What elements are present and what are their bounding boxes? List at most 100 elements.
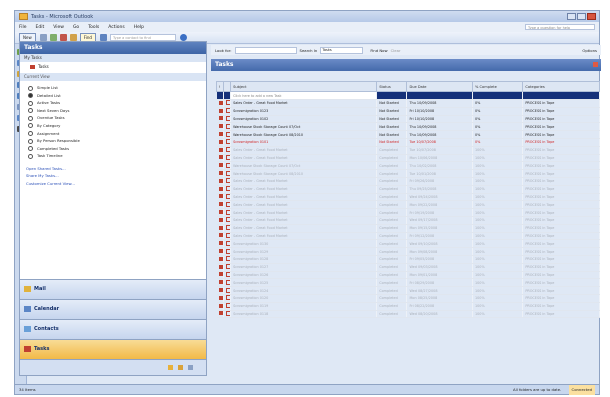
menu-edit[interactable]: Edit: [36, 25, 45, 30]
menu-file[interactable]: File: [19, 25, 27, 30]
col-categories[interactable]: Categories: [522, 81, 600, 92]
complete-checkbox[interactable]: [223, 302, 232, 311]
search-in-button[interactable]: Search In: [300, 48, 318, 53]
view-option[interactable]: Detailed List: [20, 92, 206, 100]
table-row[interactable]: Scrosmigration 0128 Completed Fri 09/05/20…: [216, 255, 600, 264]
table-row[interactable]: Scrosmigration 0119 Completed Fri 08/22/20…: [216, 302, 600, 311]
calendar-nav-button[interactable]: Calendar: [20, 299, 206, 319]
minimize-icon[interactable]: [567, 13, 576, 20]
view-option[interactable]: Overdue Tasks: [20, 114, 206, 122]
table-row[interactable]: Sales Order - Great Food Market Completed…: [216, 154, 600, 163]
table-row[interactable]: Sales Order - Great Food Market Completed…: [216, 216, 600, 225]
table-row[interactable]: Sales Order - Great Food Market Completed…: [216, 224, 600, 233]
complete-checkbox[interactable]: [223, 286, 232, 295]
complete-checkbox[interactable]: [223, 200, 232, 210]
col-subject[interactable]: Subject: [230, 81, 378, 92]
address-book-icon[interactable]: [99, 34, 107, 41]
view-option[interactable]: Simple List: [20, 84, 206, 92]
complete-checkbox[interactable]: [223, 216, 232, 225]
help-search-input[interactable]: Type a question for help: [525, 24, 595, 30]
table-row[interactable]: Scrosmigration 0124 Completed Wed 08/27/20…: [216, 286, 600, 295]
complete-checkbox[interactable]: [223, 239, 232, 249]
menu-actions[interactable]: Actions: [108, 25, 124, 30]
complete-checkbox[interactable]: [223, 99, 232, 108]
table-row[interactable]: Scrosmigration 0102 Not Started Fri 10/10/…: [216, 115, 600, 124]
complete-checkbox[interactable]: [223, 130, 232, 139]
table-row[interactable]: Sales Order - Great Food Market Completed…: [216, 232, 600, 241]
complete-checkbox[interactable]: [223, 310, 232, 319]
col-complete[interactable]: % Complete: [471, 81, 524, 92]
table-row[interactable]: Warehouse Stock Storage Count 07/Oct Not …: [216, 122, 600, 132]
complete-checkbox[interactable]: [223, 193, 232, 202]
maximize-icon[interactable]: [577, 13, 586, 20]
my-tasks-header[interactable]: My Tasks: [20, 54, 206, 62]
close-pane-icon[interactable]: [593, 62, 598, 67]
table-row[interactable]: Scrosmigration 0101 Not Started Tue 10/07/…: [216, 138, 600, 147]
complete-checkbox[interactable]: [223, 107, 232, 116]
view-option[interactable]: By Category: [20, 122, 206, 130]
table-row[interactable]: Sales Order - Great Food Market Completed…: [216, 177, 600, 186]
complete-checkbox[interactable]: [223, 271, 232, 280]
complete-checkbox[interactable]: [223, 138, 232, 147]
col-due-date[interactable]: Due Date: [406, 81, 473, 92]
complete-checkbox[interactable]: [223, 154, 232, 163]
add-task-row[interactable]: Click here to add a new Task: [216, 91, 600, 100]
table-row[interactable]: Scrosmigration 0130 Completed Wed 09/10/20…: [216, 239, 600, 249]
add-task-input[interactable]: Click here to add a new Task: [230, 91, 378, 100]
table-row[interactable]: Warehouse Stock Storage Count 08/2010 Com…: [216, 169, 600, 178]
view-option[interactable]: Next Seven Days: [20, 107, 206, 115]
table-row[interactable]: Sales Order - Great Food Market Not Start…: [216, 99, 600, 108]
close-icon[interactable]: [587, 13, 596, 20]
open-shared-tasks-link[interactable]: Open Shared Tasks...: [20, 165, 206, 173]
search-in-select[interactable]: Tasks: [320, 46, 364, 54]
table-row[interactable]: Scrosmigration 0118 Completed Wed 08/20/20…: [216, 310, 600, 319]
complete-checkbox[interactable]: [223, 161, 232, 171]
table-row[interactable]: Scrosmigration 0126 Completed Mon 09/01/20…: [216, 271, 600, 280]
table-row[interactable]: Scrosmigration 0127 Completed Wed 09/03/20…: [216, 263, 600, 272]
table-row[interactable]: Sales Order - Great Food Market Completed…: [216, 193, 600, 202]
customize-view-link[interactable]: Customize Current View...: [20, 180, 206, 188]
view-option[interactable]: Completed Tasks: [20, 145, 206, 153]
clear-button[interactable]: Clear: [391, 48, 401, 53]
menu-view[interactable]: View: [53, 25, 64, 30]
connection-status[interactable]: Connected: [568, 385, 595, 395]
view-option[interactable]: Assignment: [20, 130, 206, 138]
table-row[interactable]: Sales Order - Great Food Market Completed…: [216, 208, 600, 217]
complete-checkbox[interactable]: [223, 208, 232, 217]
delete-icon[interactable]: [59, 34, 67, 41]
find-contact-input[interactable]: Type a contact to find: [109, 34, 176, 41]
table-row[interactable]: Sales Order - Great Food Market Completed…: [216, 200, 600, 210]
complete-checkbox[interactable]: [223, 278, 232, 288]
look-for-input[interactable]: [234, 46, 297, 54]
col-importance[interactable]: !: [215, 81, 225, 92]
table-row[interactable]: Scrosmigration 0129 Completed Mon 09/08/20…: [216, 247, 600, 256]
complete-checkbox[interactable]: [223, 224, 232, 233]
complete-checkbox[interactable]: [223, 122, 232, 132]
help-icon[interactable]: [179, 34, 187, 41]
complete-checkbox[interactable]: [223, 169, 232, 178]
complete-checkbox[interactable]: [223, 247, 232, 256]
complete-checkbox[interactable]: [223, 115, 232, 124]
table-row[interactable]: Sales Order - Great Food Market Completed…: [216, 185, 600, 194]
menu-help[interactable]: Help: [134, 25, 144, 30]
find-now-button[interactable]: Find Now: [370, 48, 387, 53]
print-icon[interactable]: [39, 34, 47, 41]
table-row[interactable]: Scrosmigration 0120 Completed Mon 08/25/20…: [216, 294, 600, 303]
complete-checkbox[interactable]: [223, 263, 232, 272]
table-row[interactable]: Warehouse Stock Storage Count 07/Oct Comp…: [216, 161, 600, 171]
tasks-nav-button[interactable]: Tasks: [20, 339, 206, 359]
configure-buttons-icon[interactable]: [188, 365, 193, 370]
options-button[interactable]: Options: [582, 48, 597, 53]
tasks-folder[interactable]: Tasks: [20, 62, 206, 71]
table-row[interactable]: Warehouse Stock Storage Count 08/2010 Not…: [216, 130, 600, 139]
view-option[interactable]: Task Timeline: [20, 152, 206, 160]
menu-go[interactable]: Go: [73, 25, 79, 30]
view-option[interactable]: By Person Responsible: [20, 137, 206, 145]
folder-list-icon[interactable]: [178, 365, 183, 370]
mail-nav-button[interactable]: Mail: [20, 279, 206, 299]
complete-checkbox[interactable]: [223, 185, 232, 194]
menu-tools[interactable]: Tools: [88, 25, 99, 30]
contacts-nav-button[interactable]: Contacts: [20, 319, 206, 339]
complete-checkbox[interactable]: [223, 232, 232, 241]
complete-checkbox[interactable]: [223, 255, 232, 264]
